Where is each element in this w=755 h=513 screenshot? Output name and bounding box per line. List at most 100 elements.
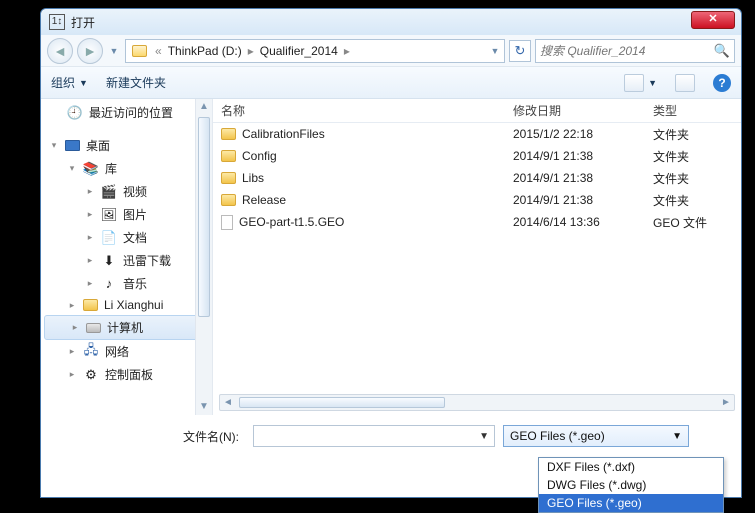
sidebar-item-library[interactable]: ▾📚库 <box>41 157 212 180</box>
expand-icon[interactable]: ▸ <box>67 300 77 311</box>
forward-button[interactable]: ► <box>77 38 103 64</box>
folder-icon <box>132 45 147 57</box>
pane-icon <box>675 74 695 92</box>
history-dropdown[interactable]: ▼ <box>107 41 121 61</box>
chevron-down-icon[interactable]: ▼ <box>479 431 489 442</box>
control-panel-icon: ⚙ <box>83 367 99 383</box>
organize-button[interactable]: 组织 ▼ <box>51 74 88 91</box>
breadcrumb-item[interactable]: Qualifier_2014 <box>258 44 340 58</box>
user-folder-icon <box>83 299 98 311</box>
collapse-icon[interactable]: ▾ <box>49 140 59 151</box>
file-date: 2014/9/1 21:38 <box>505 171 645 185</box>
file-name: Libs <box>242 171 264 185</box>
sidebar-item-computer[interactable]: ▸ 计算机 <box>44 315 209 340</box>
sidebar-item-label: 视频 <box>123 183 147 200</box>
sidebar-item-control-panel[interactable]: ▸ ⚙ 控制面板 <box>41 363 212 386</box>
expand-icon[interactable]: ▸ <box>85 186 95 197</box>
folder-icon <box>221 172 236 184</box>
folder-icon <box>221 194 236 206</box>
chevron-right-icon[interactable]: ▸ <box>244 44 258 58</box>
sidebar-item-label: 库 <box>105 160 117 177</box>
picture-icon: 🖼 <box>101 207 117 223</box>
file-row[interactable]: GEO-part-t1.5.GEO2014/6/14 13:36GEO 文件 <box>213 211 741 233</box>
sidebar-scrollbar[interactable]: ▲ ▼ <box>195 99 212 415</box>
file-type-option[interactable]: DXF Files (*.dxf) <box>539 458 723 476</box>
file-name: Config <box>242 149 277 163</box>
chevron-right-icon[interactable]: ▸ <box>340 44 354 58</box>
sidebar-item-pictures[interactable]: ▸🖼图片 <box>41 203 212 226</box>
file-type-option[interactable]: DWG Files (*.dwg) <box>539 476 723 494</box>
scroll-up-icon[interactable]: ▲ <box>196 99 212 115</box>
search-input[interactable] <box>540 44 714 58</box>
titlebar[interactable]: 1↕ 打开 ✕ <box>41 9 741 35</box>
sidebar-item-music[interactable]: ▸♪音乐 <box>41 272 212 295</box>
column-type[interactable]: 类型 <box>645 102 741 119</box>
sidebar-item-xunlei[interactable]: ▸⬇迅雷下载 <box>41 249 212 272</box>
scroll-thumb[interactable] <box>239 397 445 408</box>
filename-input[interactable] <box>253 425 495 447</box>
column-date[interactable]: 修改日期 <box>505 102 645 119</box>
window-title: 打开 <box>71 14 95 31</box>
column-headers: 名称 修改日期 类型 <box>213 99 741 123</box>
file-date: 2014/9/1 21:38 <box>505 193 645 207</box>
expand-icon[interactable]: ▸ <box>67 346 77 357</box>
collapse-icon[interactable]: ▾ <box>67 163 77 174</box>
expand-icon[interactable]: ▸ <box>67 369 77 380</box>
file-date: 2014/6/14 13:36 <box>505 215 645 229</box>
breadcrumb-item[interactable]: ThinkPad (D:) <box>166 44 244 58</box>
horizontal-scrollbar[interactable]: ◄ ► <box>219 394 735 411</box>
sidebar-item-label: Li Xianghui <box>104 298 163 312</box>
document-icon: 📄 <box>101 230 117 246</box>
expand-icon[interactable]: ▸ <box>85 209 95 220</box>
file-row[interactable]: Release2014/9/1 21:38文件夹 <box>213 189 741 211</box>
scroll-left-icon[interactable]: ◄ <box>220 397 236 408</box>
sidebar-item-desktop[interactable]: ▾桌面 <box>41 134 212 157</box>
folder-icon <box>221 128 236 140</box>
sidebar-item-label: 控制面板 <box>105 366 153 383</box>
sidebar-item-network[interactable]: ▸🖧网络 <box>41 340 212 363</box>
new-folder-button[interactable]: 新建文件夹 <box>106 74 166 91</box>
preview-pane-button[interactable] <box>675 74 695 92</box>
scroll-down-icon[interactable]: ▼ <box>196 399 212 415</box>
sidebar-item-label: 最近访问的位置 <box>89 104 173 121</box>
expand-icon[interactable]: ▸ <box>85 255 95 266</box>
help-button[interactable]: ? <box>713 74 731 92</box>
file-type-dropdown[interactable]: DXF Files (*.dxf) DWG Files (*.dwg) GEO … <box>538 457 724 513</box>
file-name: Release <box>242 193 286 207</box>
column-name[interactable]: 名称 <box>213 102 505 119</box>
footer: 文件名(N): ▼ GEO Files (*.geo) ▼ <box>41 415 741 453</box>
file-icon <box>221 215 233 230</box>
refresh-button[interactable]: ↻ <box>509 40 531 62</box>
folder-icon <box>221 150 236 162</box>
file-type-selected: GEO Files (*.geo) <box>510 429 605 443</box>
breadcrumb-overflow[interactable]: « <box>151 44 166 58</box>
sidebar-item-label: 计算机 <box>107 319 143 336</box>
file-row[interactable]: Libs2014/9/1 21:38文件夹 <box>213 167 741 189</box>
sidebar-item-recent[interactable]: 🕘最近访问的位置 <box>41 101 212 124</box>
scroll-thumb[interactable] <box>198 117 210 317</box>
file-date: 2014/9/1 21:38 <box>505 149 645 163</box>
expand-icon[interactable]: ▸ <box>70 322 80 333</box>
file-name: GEO-part-t1.5.GEO <box>239 215 344 229</box>
breadcrumb-dropdown[interactable]: ▼ <box>488 41 502 61</box>
file-row[interactable]: Config2014/9/1 21:38文件夹 <box>213 145 741 167</box>
expand-icon[interactable]: ▸ <box>85 278 95 289</box>
scroll-right-icon[interactable]: ► <box>718 397 734 408</box>
file-type-option[interactable]: GEO Files (*.geo) <box>539 494 723 512</box>
nav-row: ◄ ► ▼ « ThinkPad (D:) ▸ Qualifier_2014 ▸… <box>41 35 741 67</box>
search-box[interactable]: 🔍 <box>535 39 735 63</box>
view-options-button[interactable]: ▼ <box>624 74 657 92</box>
sidebar-item-label: 音乐 <box>123 275 147 292</box>
file-row[interactable]: CalibrationFiles2015/1/2 22:18文件夹 <box>213 123 741 145</box>
close-button[interactable]: ✕ <box>691 11 735 29</box>
sidebar-item-documents[interactable]: ▸📄文档 <box>41 226 212 249</box>
breadcrumb[interactable]: « ThinkPad (D:) ▸ Qualifier_2014 ▸ ▼ <box>125 39 505 63</box>
new-folder-label: 新建文件夹 <box>106 74 166 91</box>
sidebar-item-videos[interactable]: ▸🎬视频 <box>41 180 212 203</box>
toolbar: 组织 ▼ 新建文件夹 ▼ ? <box>41 67 741 99</box>
chevron-down-icon: ▼ <box>648 78 657 88</box>
file-type-select[interactable]: GEO Files (*.geo) ▼ <box>503 425 689 447</box>
sidebar-item-user[interactable]: ▸ Li Xianghui <box>41 295 212 315</box>
expand-icon[interactable]: ▸ <box>85 232 95 243</box>
back-button[interactable]: ◄ <box>47 38 73 64</box>
